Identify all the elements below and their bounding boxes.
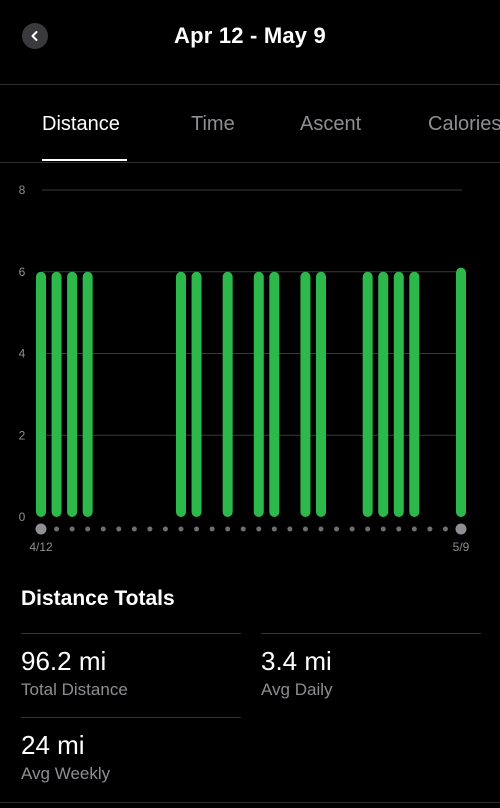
bar (269, 271, 280, 517)
date-dot (131, 526, 137, 532)
bar (378, 271, 389, 517)
bar (67, 271, 78, 517)
date-dot (427, 526, 433, 532)
stat-total-distance: 96.2 mi Total Distance (21, 633, 241, 699)
date-dot (287, 526, 293, 532)
tab-distance[interactable]: Distance (42, 113, 120, 136)
date-dot (455, 523, 467, 535)
stat-value: 24 mi (21, 730, 85, 760)
x-tick-label: 4/12 (29, 540, 53, 554)
bar (409, 271, 420, 517)
y-tick-label: 2 (19, 428, 26, 442)
bar (36, 271, 46, 517)
date-dot (302, 526, 308, 532)
date-dot (256, 526, 262, 532)
date-dot (380, 526, 386, 532)
x-tick-label: 5/9 (453, 540, 470, 554)
bar (253, 271, 264, 517)
tab-ascent[interactable]: Ascent (300, 113, 361, 136)
date-dot (334, 526, 340, 532)
date-dot (35, 523, 47, 535)
bar (51, 271, 62, 517)
stat-value: 96.2 mi (21, 646, 107, 676)
bar (300, 271, 311, 517)
active-tab-indicator (42, 159, 127, 161)
date-dot (69, 526, 75, 532)
date-dot (209, 526, 215, 532)
date-dot (396, 526, 402, 532)
bar (362, 271, 373, 517)
header: Apr 12 - May 9 (0, 0, 500, 85)
stat-label: Avg Daily (261, 680, 333, 699)
date-dot (271, 526, 277, 532)
y-tick-label: 0 (19, 510, 26, 524)
bar (191, 271, 202, 517)
date-dot (442, 526, 448, 532)
date-dot (365, 526, 371, 532)
stat-value: 3.4 mi (261, 646, 332, 676)
date-dot (85, 526, 91, 532)
y-tick-label: 6 (19, 265, 26, 279)
y-tick-label: 4 (19, 347, 26, 361)
bar (456, 267, 466, 517)
distance-chart: 0 2 4 6 8 4/12 5/9 (19, 183, 470, 554)
date-dot (147, 526, 153, 532)
tab-time[interactable]: Time (191, 113, 235, 136)
date-dot (54, 526, 60, 532)
date-dot (349, 526, 355, 532)
stat-label: Total Distance (21, 680, 128, 699)
tab-calories[interactable]: Calories (428, 113, 500, 136)
stat-avg-daily: 3.4 mi Avg Daily (261, 633, 481, 699)
bar (82, 271, 93, 517)
date-dot (100, 526, 106, 532)
totals-title: Distance Totals (21, 587, 175, 610)
date-dot (240, 526, 246, 532)
date-dot (194, 526, 200, 532)
date-dot (225, 526, 231, 532)
page-title: Apr 12 - May 9 (174, 23, 326, 48)
bar (393, 271, 404, 517)
bar (222, 271, 233, 517)
bar (316, 271, 326, 517)
bar (176, 271, 186, 517)
date-dot (162, 526, 168, 532)
divider (0, 802, 500, 803)
date-dot (116, 526, 122, 532)
date-dot (318, 526, 324, 532)
date-dot (178, 526, 184, 532)
stat-avg-weekly: 24 mi Avg Weekly (21, 717, 241, 783)
y-tick-label: 8 (19, 183, 26, 197)
stat-label: Avg Weekly (21, 764, 111, 783)
tab-bar: Distance Time Ascent Calories (0, 85, 500, 163)
date-dot (411, 526, 417, 532)
